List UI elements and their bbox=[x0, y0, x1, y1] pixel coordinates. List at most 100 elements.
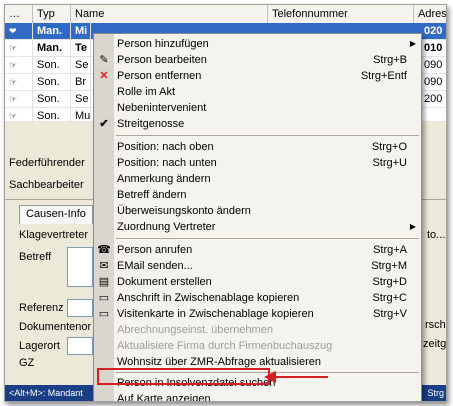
column-header-select[interactable]: … bbox=[5, 5, 33, 23]
menu-item-label: Dokument erstellen bbox=[117, 276, 212, 288]
menu-item-label: Betreff ändern bbox=[117, 189, 187, 201]
menu-item-label: Position: nach oben bbox=[117, 141, 214, 153]
delete-icon: ✕ bbox=[99, 70, 109, 82]
row-address: 090 bbox=[424, 59, 443, 71]
betreff-field[interactable] bbox=[67, 247, 93, 287]
menu-item-label: EMail senden... bbox=[117, 260, 193, 272]
menu-item-label: Überweisungskonto ändern bbox=[117, 205, 251, 217]
label-referenz: Referenz bbox=[19, 302, 64, 314]
row-typ: Man. bbox=[33, 40, 71, 57]
row-address: 200 bbox=[424, 93, 443, 105]
menu-item-label: Person hinzufügen bbox=[117, 38, 209, 50]
arrow-head-icon bbox=[264, 371, 276, 383]
menu-item-zuordnung-vertreter[interactable]: Zuordnung Vertreter ▶ bbox=[94, 219, 421, 235]
menu-item-label: Nebenintervenient bbox=[117, 102, 207, 114]
menu-item-shortcut: Strg+O bbox=[371, 141, 407, 153]
menu-item-rolle-im-akt[interactable]: Rolle im Akt bbox=[94, 84, 421, 100]
row-name: Mi bbox=[71, 23, 91, 40]
menu-item-visitenkarte-kopieren[interactable]: ▭ Visitenkarte in Zwischenablage kopiere… bbox=[94, 306, 421, 322]
menu-item-shortcut: Strg+M bbox=[371, 260, 407, 272]
label-federfuehrender: Federführender bbox=[9, 157, 85, 169]
column-header-adresse[interactable]: Adress bbox=[414, 5, 446, 23]
menu-item-nebenintervenient[interactable]: Nebenintervenient bbox=[94, 100, 421, 116]
row-icon: ☞ bbox=[5, 57, 33, 74]
menu-item-dokument-erstellen[interactable]: ▤ Dokument erstellen Strg+D bbox=[94, 274, 421, 290]
label-klagevertreter: Klagevertreter bbox=[19, 229, 89, 241]
row-typ: Son. bbox=[33, 57, 71, 74]
row-name: Se bbox=[71, 91, 91, 108]
row-typ: Son. bbox=[33, 74, 71, 91]
row-typ: Son. bbox=[33, 91, 71, 108]
menu-item-shortcut: Strg+D bbox=[372, 276, 407, 288]
column-header-typ[interactable]: Typ bbox=[33, 5, 71, 23]
menu-item-betreff-aendern[interactable]: Betreff ändern bbox=[94, 187, 421, 203]
menu-item-ueberweisungskonto-aendern[interactable]: Überweisungskonto ändern bbox=[94, 203, 421, 219]
document-icon: ▤ bbox=[98, 276, 110, 288]
row-address: 010 bbox=[424, 42, 443, 54]
row-name: Se bbox=[71, 57, 91, 74]
row-name: Te bbox=[71, 40, 91, 57]
row-icon: ☞ bbox=[5, 108, 33, 125]
row-address: 090 bbox=[424, 76, 443, 88]
label-dokumentenor: Dokumentenor bbox=[19, 321, 92, 333]
menu-separator bbox=[116, 238, 419, 239]
highlight-box bbox=[97, 368, 270, 385]
row-name: Mu bbox=[71, 108, 91, 125]
menu-item-anschrift-kopieren[interactable]: ▭ Anschrift in Zwischenablage kopieren S… bbox=[94, 290, 421, 306]
menu-item-person-bearbeiten[interactable]: ✎ Person bearbeiten Strg+B bbox=[94, 52, 421, 68]
card-icon: ▭ bbox=[98, 308, 110, 320]
right-button-to[interactable]: to... bbox=[427, 229, 445, 241]
menu-item-shortcut: Strg+A bbox=[373, 244, 407, 256]
menu-item-streitgenosse[interactable]: ✔ Streitgenosse bbox=[94, 116, 421, 132]
label-betreff: Betreff bbox=[19, 251, 52, 263]
card-icon: ▭ bbox=[98, 292, 110, 304]
menu-item-abrechnungseinst-uebernehmen: Abrechnungseinst. übernehmen bbox=[94, 322, 421, 338]
menu-item-person-anrufen[interactable]: ☎ Person anrufen Strg+A bbox=[94, 242, 421, 258]
menu-item-position-nach-unten[interactable]: Position: nach unten Strg+U bbox=[94, 155, 421, 171]
right-button-rsch[interactable]: rsch bbox=[425, 319, 446, 331]
submenu-arrow-icon: ▶ bbox=[409, 222, 416, 231]
menu-item-label: Position: nach unten bbox=[117, 157, 217, 169]
row-name: Br bbox=[71, 74, 91, 91]
menu-item-email-senden[interactable]: ✉ EMail senden... Strg+M bbox=[94, 258, 421, 274]
column-header-telefon[interactable]: Telefonnummer bbox=[268, 5, 414, 23]
edit-icon: ✎ bbox=[99, 54, 109, 66]
referenz-field[interactable] bbox=[67, 299, 93, 317]
status-shortcut-hint: <Alt+M>: Mandant bbox=[9, 388, 83, 398]
menu-item-label: Person bearbeiten bbox=[117, 54, 207, 66]
menu-item-label: Abrechnungseinst. übernehmen bbox=[117, 324, 273, 336]
annotation-arrow bbox=[268, 376, 328, 378]
menu-item-label: Rolle im Akt bbox=[117, 86, 176, 98]
row-icon: ❤︎ bbox=[5, 23, 33, 40]
table-header: … Typ Name Telefonnummer Adress bbox=[5, 5, 446, 24]
row-icon: ☞ bbox=[5, 40, 33, 57]
application-window: … Typ Name Telefonnummer Adress ❤︎ Man. … bbox=[4, 4, 447, 402]
lagerort-field[interactable] bbox=[67, 337, 93, 355]
right-button-zeitge[interactable]: zeitge bbox=[423, 338, 446, 350]
menu-item-shortcut: Strg+U bbox=[372, 157, 407, 169]
menu-item-label: Visitenkarte in Zwischenablage kopieren bbox=[117, 308, 314, 320]
menu-item-person-hinzufuegen[interactable]: Person hinzufügen ▶ bbox=[94, 36, 421, 52]
menu-item-shortcut: Strg+B bbox=[373, 54, 407, 66]
context-menu: Person hinzufügen ▶ ✎ Person bearbeiten … bbox=[93, 33, 422, 401]
label-sachbearbeiter: Sachbearbeiter bbox=[9, 179, 84, 191]
tab-causen-info[interactable]: Causen-Info bbox=[19, 205, 93, 224]
menu-item-label: Aktualisiere Firma durch Firmenbuchauszu… bbox=[117, 340, 333, 352]
row-typ: Son. bbox=[33, 108, 71, 125]
menu-item-anmerkung-aendern[interactable]: Anmerkung ändern bbox=[94, 171, 421, 187]
menu-item-auf-karte-anzeigen[interactable]: Auf Karte anzeigen bbox=[94, 391, 421, 401]
menu-item-aktualisiere-firma: Aktualisiere Firma durch Firmenbuchauszu… bbox=[94, 338, 421, 354]
submenu-arrow-icon: ▶ bbox=[409, 39, 416, 48]
row-icon: ☞ bbox=[5, 91, 33, 108]
column-header-name[interactable]: Name bbox=[71, 5, 268, 23]
menu-item-person-entfernen[interactable]: ✕ Person entfernen Strg+Entf bbox=[94, 68, 421, 84]
check-icon: ✔ bbox=[99, 118, 109, 130]
menu-item-shortcut: Strg+V bbox=[373, 308, 407, 320]
menu-item-label: Person anrufen bbox=[117, 244, 193, 256]
row-icon: ☞ bbox=[5, 74, 33, 91]
menu-item-label: Anschrift in Zwischenablage kopieren bbox=[117, 292, 300, 304]
menu-separator bbox=[116, 135, 419, 136]
menu-item-shortcut: Strg+Entf bbox=[360, 70, 407, 82]
menu-item-position-nach-oben[interactable]: Position: nach oben Strg+O bbox=[94, 139, 421, 155]
phone-icon: ☎ bbox=[97, 244, 111, 256]
